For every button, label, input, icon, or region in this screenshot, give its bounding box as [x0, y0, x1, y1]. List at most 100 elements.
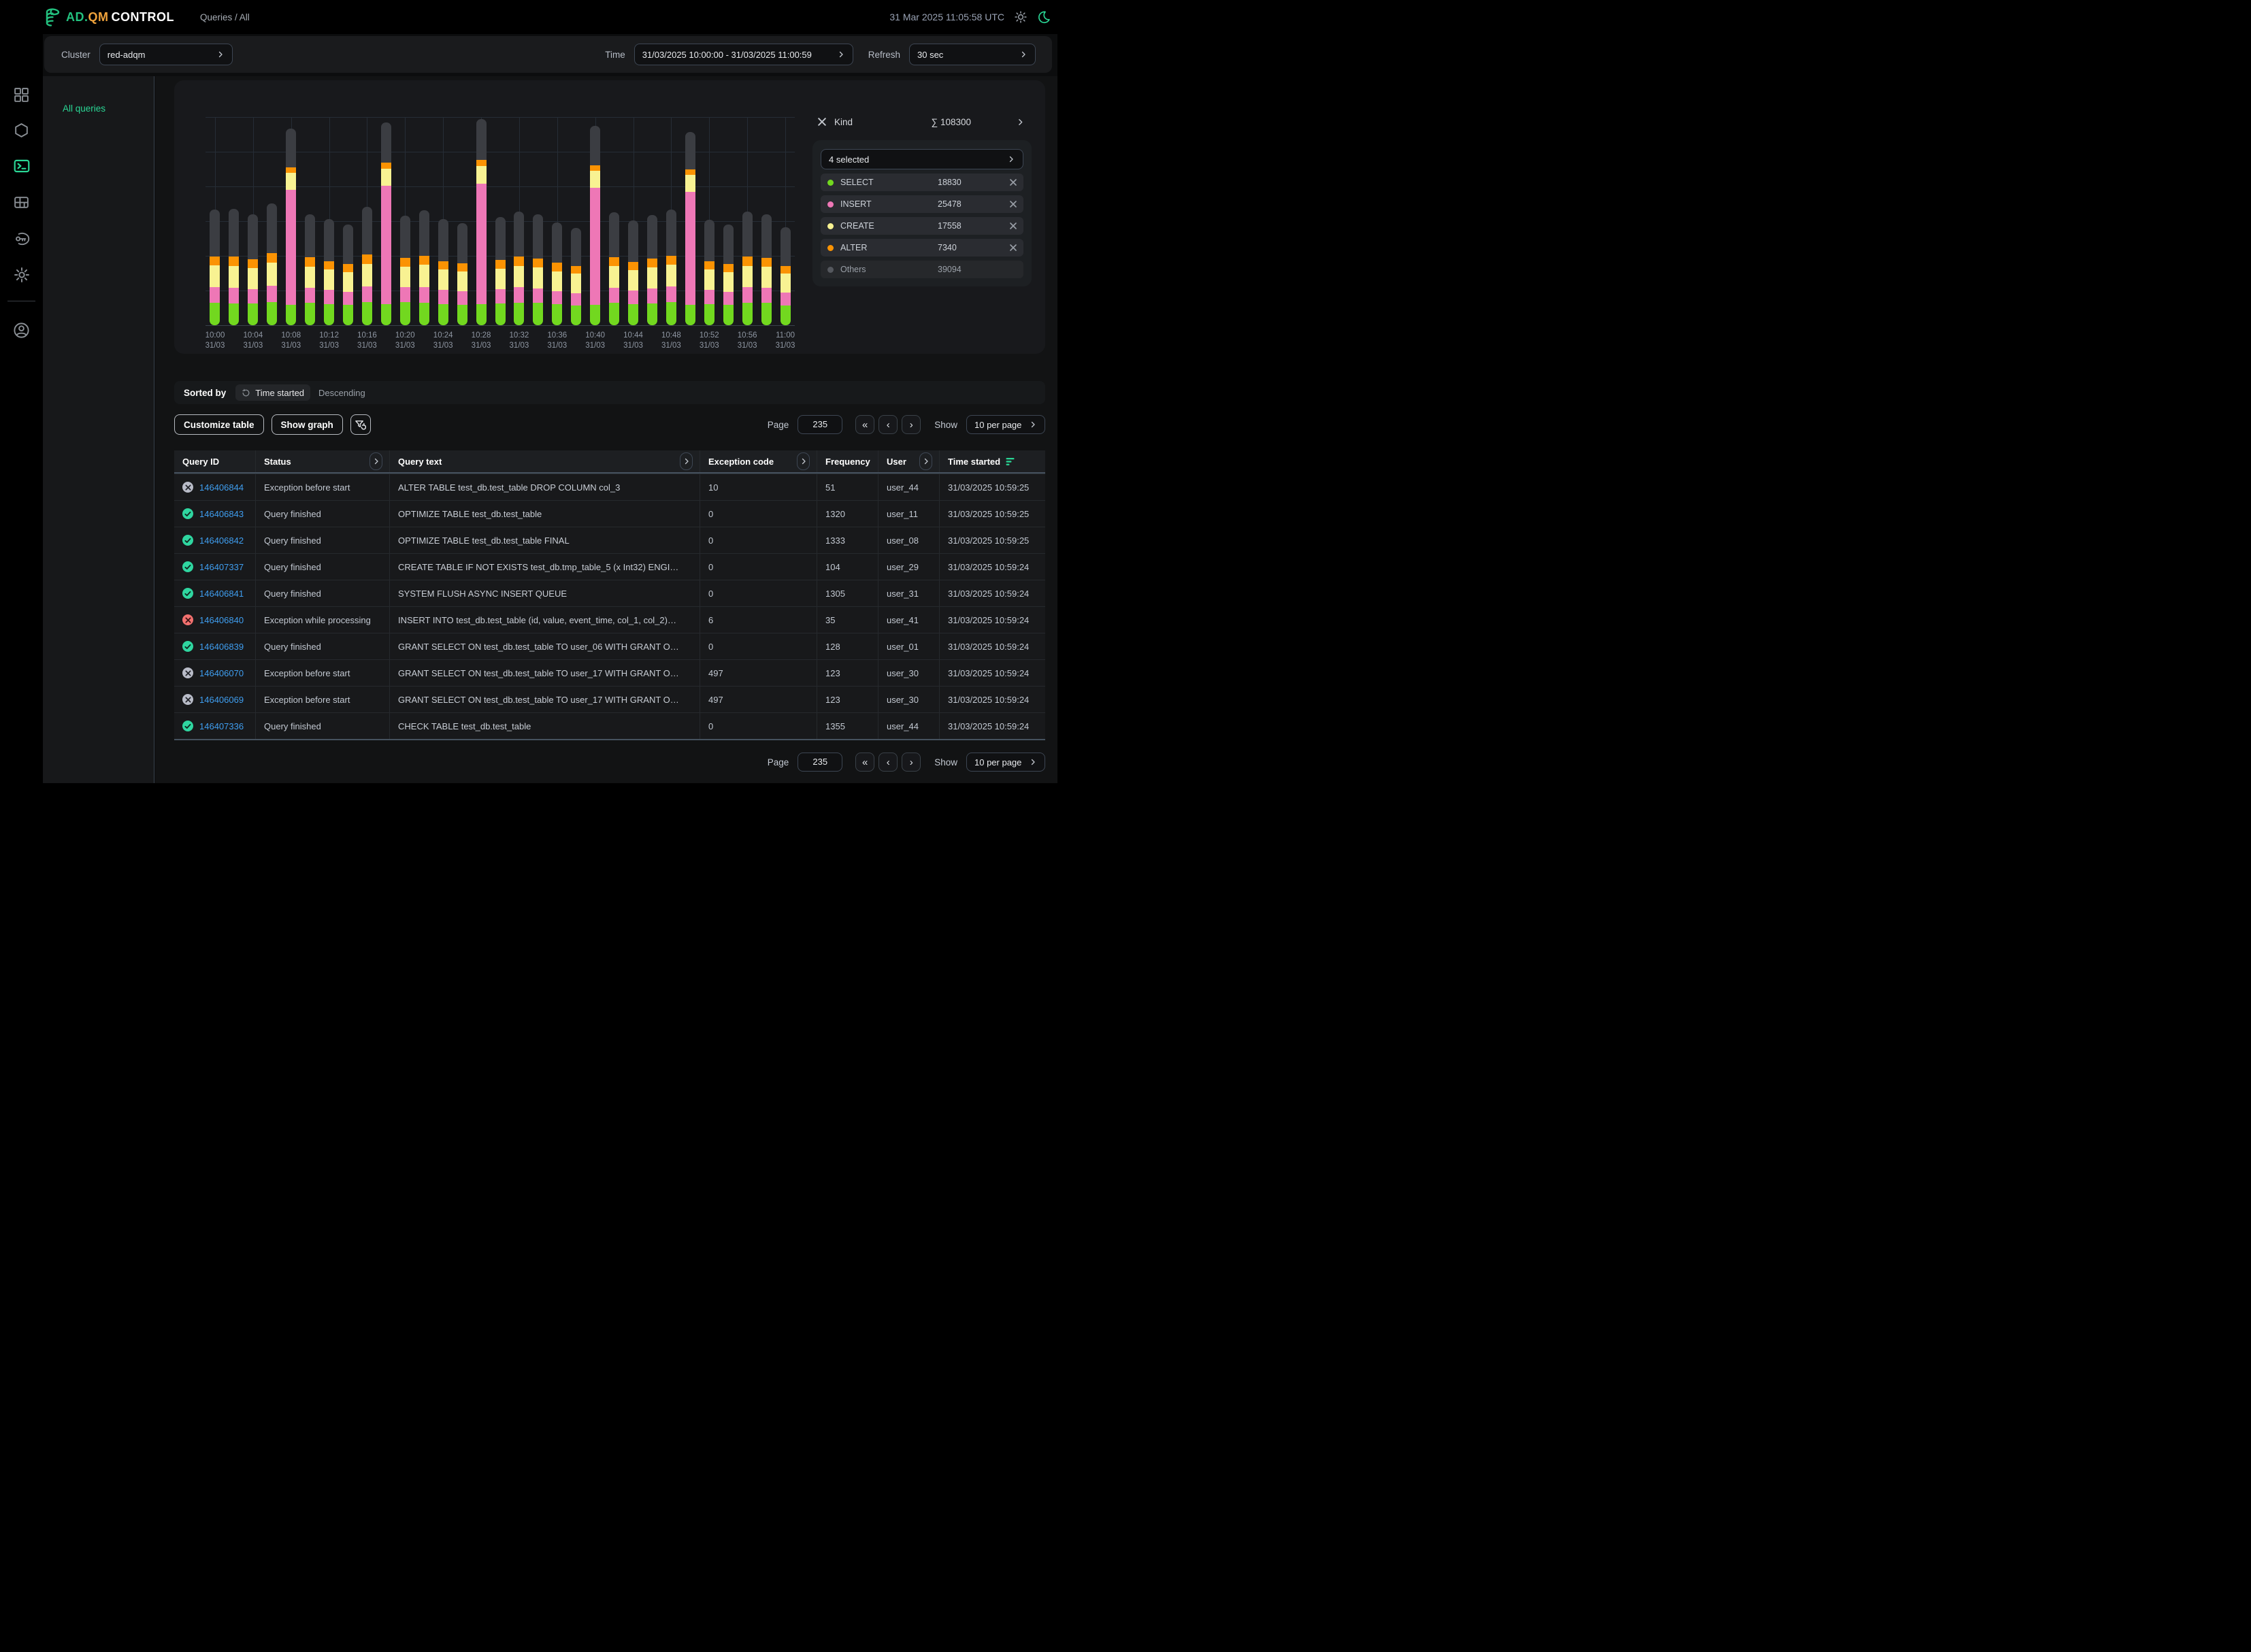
chart-bar-segment-insert	[514, 287, 524, 303]
cell-frequency-value: 1305	[825, 589, 845, 599]
dark-theme-button[interactable]	[1037, 10, 1051, 24]
query-id-link[interactable]: 146407336	[199, 721, 244, 731]
chart-bar-segment-select	[381, 304, 391, 325]
cell-exception-code-value: 10	[708, 482, 718, 493]
legend-label: ALTER	[840, 243, 867, 252]
customize-table-button[interactable]: Customize table	[174, 414, 264, 435]
sidebar-item-dashboard[interactable]	[12, 84, 32, 105]
chart-bar[interactable]	[381, 122, 391, 325]
light-theme-button[interactable]	[1014, 10, 1028, 24]
chart-bar[interactable]	[438, 219, 448, 325]
page-number-input[interactable]: 235	[798, 753, 842, 772]
chart-bar[interactable]	[571, 228, 581, 325]
sidebar-item-tables[interactable]	[12, 192, 32, 212]
chart-bar[interactable]	[210, 210, 220, 325]
chevron-right-icon	[216, 50, 225, 59]
chart-bar[interactable]	[305, 214, 315, 325]
refresh-select[interactable]: 30 sec	[909, 44, 1036, 65]
next-page-button[interactable]: ›	[902, 753, 921, 772]
column-filter-button[interactable]	[919, 452, 932, 470]
chart-bar[interactable]	[514, 212, 524, 325]
column-filter-button[interactable]	[680, 452, 693, 470]
sidebar-item-nodes[interactable]	[12, 120, 32, 140]
cell-user: user_44	[878, 474, 939, 500]
chart-bar[interactable]	[723, 225, 734, 325]
chart-bar-segment-alter	[267, 253, 277, 263]
x-icon	[185, 670, 191, 676]
breadcrumb[interactable]: Queries / All	[200, 12, 250, 22]
chart-bar[interactable]	[362, 207, 372, 325]
cell-exception-code: 0	[700, 527, 817, 553]
query-id-link[interactable]: 146406069	[199, 695, 244, 705]
sidebar-item-access-keys[interactable]	[12, 229, 32, 249]
chart-bar[interactable]	[590, 126, 600, 325]
chart-bar[interactable]	[647, 215, 657, 325]
query-id-link[interactable]: 146406840	[199, 615, 244, 625]
chart-bar-segment-insert	[533, 288, 543, 303]
subnav-all-queries[interactable]: All queries	[63, 103, 154, 114]
reset-filters-button[interactable]	[350, 414, 371, 435]
cell-time-started-value: 31/03/2025 10:59:25	[948, 482, 1029, 493]
chart-bar[interactable]	[324, 219, 334, 325]
sort-chip-time-started[interactable]: Time started	[235, 384, 310, 401]
cell-status: Exception before start	[255, 687, 389, 712]
column-filter-button[interactable]	[797, 452, 810, 470]
time-range-select[interactable]: 31/03/2025 10:00:00 - 31/03/2025 11:00:5…	[634, 44, 853, 65]
status-exception-processing-icon	[182, 614, 193, 625]
query-id-link[interactable]: 146406843	[199, 509, 244, 519]
chart-bar[interactable]	[609, 212, 619, 325]
chart-bar[interactable]	[628, 220, 638, 325]
cell-query-text-value: OPTIMIZE TABLE test_db.test_table FINAL	[398, 535, 570, 546]
chart-bar[interactable]	[343, 225, 353, 325]
show-graph-button[interactable]: Show graph	[272, 414, 343, 435]
query-id-link[interactable]: 146406844	[199, 482, 244, 493]
sidebar-item-queries[interactable]	[12, 156, 32, 176]
legend-remove-button[interactable]	[1010, 222, 1017, 229]
chart-bar[interactable]	[476, 119, 487, 325]
next-page-button[interactable]: ›	[902, 415, 921, 434]
per-page-select[interactable]: 10 per page	[966, 415, 1045, 434]
chart-bar[interactable]	[666, 210, 676, 325]
app-logo[interactable]: AD.QMCONTROL	[44, 7, 174, 27]
column-filter-button[interactable]	[369, 452, 382, 470]
page-number-input[interactable]: 235	[798, 415, 842, 434]
prev-page-button[interactable]: ‹	[878, 415, 898, 434]
chart-bar[interactable]	[419, 210, 429, 325]
chart-bar[interactable]	[248, 214, 258, 325]
kind-close-button[interactable]	[818, 118, 826, 126]
chart-bar[interactable]	[286, 129, 296, 325]
chart-bar[interactable]	[457, 223, 467, 325]
cluster-select[interactable]: red-adqm	[99, 44, 233, 65]
query-id-link[interactable]: 146407337	[199, 562, 244, 572]
chart-bar[interactable]	[229, 209, 239, 325]
chart-bar[interactable]	[552, 222, 562, 325]
first-page-button[interactable]: «	[855, 753, 874, 772]
sidebar-item-profile[interactable]	[12, 320, 32, 340]
chart-bar[interactable]	[781, 227, 791, 325]
kind-expand-button[interactable]	[1016, 118, 1025, 127]
chart-bar-segment-insert	[438, 290, 448, 304]
chart-bar[interactable]	[761, 214, 772, 325]
per-page-select[interactable]: 10 per page	[966, 753, 1045, 772]
legend-remove-button[interactable]	[1010, 244, 1017, 251]
sidebar-item-settings[interactable]	[12, 265, 32, 285]
chart-bar[interactable]	[533, 214, 543, 325]
chart-bar[interactable]	[704, 220, 714, 325]
query-id-link[interactable]: 146406842	[199, 535, 244, 546]
legend-remove-button[interactable]	[1010, 179, 1017, 186]
stacked-bar-chart[interactable]	[206, 117, 795, 325]
kind-selected-dropdown[interactable]: 4 selected	[821, 149, 1023, 169]
prev-page-button[interactable]: ‹	[878, 753, 898, 772]
chart-bar[interactable]	[400, 216, 410, 325]
first-page-button[interactable]: «	[855, 415, 874, 434]
sort-descending-icon[interactable]	[1005, 457, 1015, 466]
chart-bar[interactable]	[742, 212, 753, 325]
chart-bar[interactable]	[495, 217, 506, 325]
chart-bar[interactable]	[685, 132, 695, 325]
query-id-link[interactable]: 146406070	[199, 668, 244, 678]
legend-remove-button[interactable]	[1010, 201, 1017, 208]
chart-bar[interactable]	[267, 203, 277, 325]
chart-bar-segment-create	[324, 269, 334, 290]
query-id-link[interactable]: 146406839	[199, 642, 244, 652]
query-id-link[interactable]: 146406841	[199, 589, 244, 599]
